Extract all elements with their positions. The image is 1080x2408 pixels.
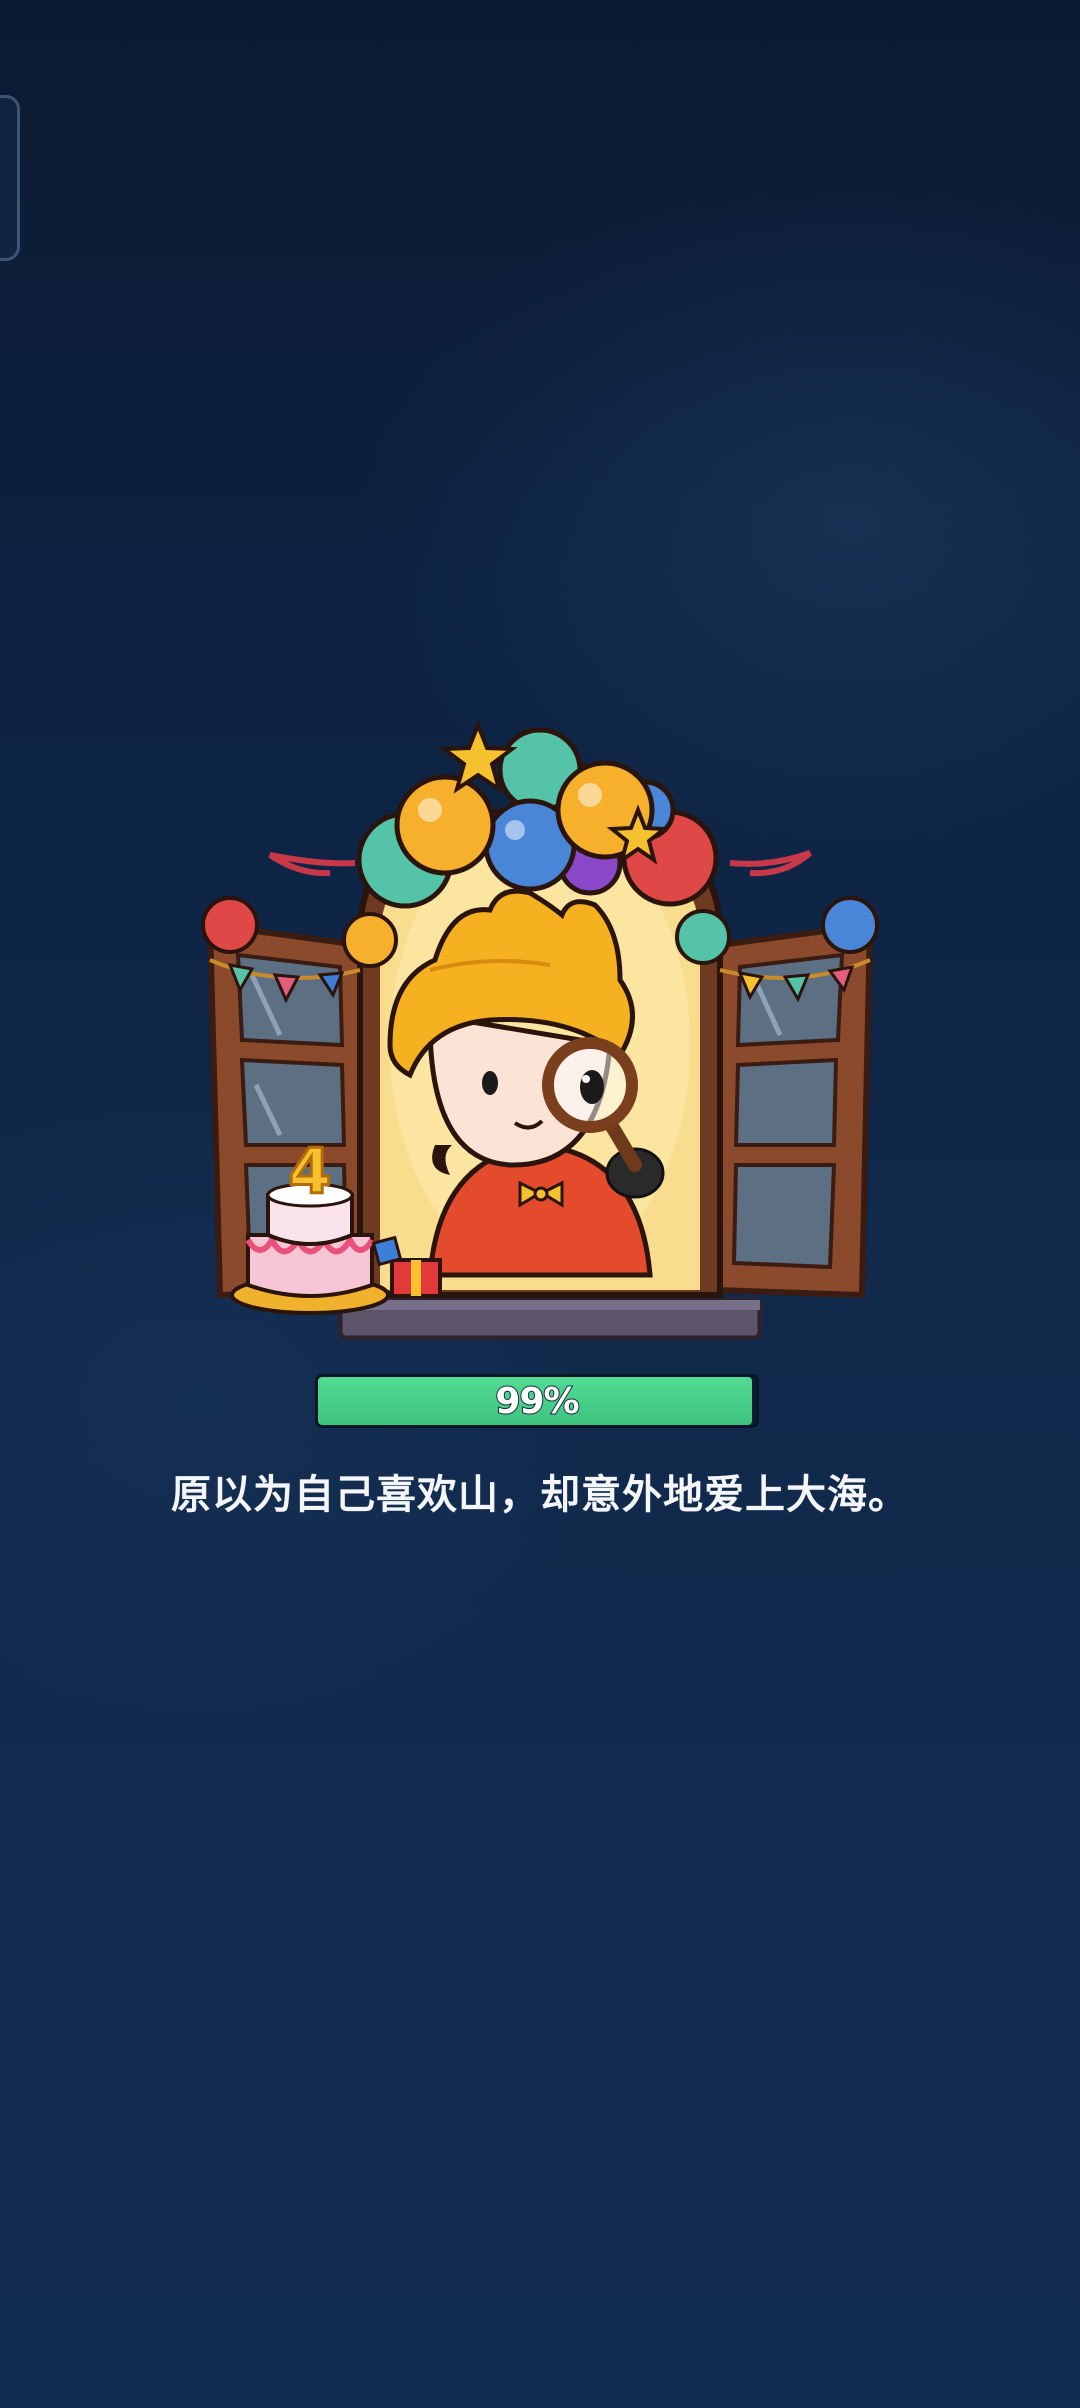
window-sill <box>337 1297 763 1341</box>
side-tab-icon[interactable] <box>0 95 20 261</box>
loading-illustration: 4 <box>201 719 879 1341</box>
loading-tip-text: 原以为自己喜欢山，却意外地爱上大海。 <box>171 1472 909 1518</box>
cake-candle-number: 4 <box>288 1135 331 1208</box>
progress-label: 99% <box>494 1380 580 1423</box>
loading-progress-bar: 99% <box>315 1374 759 1428</box>
